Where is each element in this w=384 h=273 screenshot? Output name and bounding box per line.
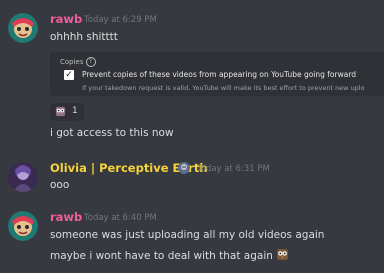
message-text-with-emoji: maybe i wont have to deal with that agai… [50, 248, 289, 262]
embed-subtext: If your takedown request is valid, YouTu… [82, 84, 365, 92]
message-text: ohhhh shitttt [50, 31, 118, 43]
embed-card: Copies? ✓ Prevent copies of these videos… [50, 52, 384, 96]
owl-emoji-icon [55, 106, 66, 117]
avatar[interactable] [8, 162, 38, 192]
author-name[interactable]: rawb [50, 210, 82, 224]
reaction-count: 1 [72, 106, 78, 116]
avatar[interactable] [8, 211, 38, 241]
timestamp: Today at 6:31 PM [197, 164, 270, 174]
embed-section-label: Copies? [60, 57, 96, 67]
embed-section-label-text: Copies [60, 58, 84, 66]
message-text: ooo [50, 179, 70, 191]
bot-icon [178, 162, 190, 174]
checkbox-label: Prevent copies of these videos from appe… [82, 70, 357, 79]
author-name[interactable]: rawb [50, 12, 82, 26]
avatar[interactable] [8, 13, 38, 43]
reaction[interactable]: 1 [50, 103, 84, 121]
message-text: i got access to this now [50, 127, 174, 139]
checkbox[interactable]: ✓ [64, 70, 74, 80]
timestamp: Today at 6:29 PM [84, 15, 157, 25]
timestamp: Today at 6:40 PM [84, 213, 157, 223]
message-text: someone was just uploading all my old vi… [50, 229, 325, 241]
message-text: maybe i wont have to deal with that agai… [50, 250, 273, 262]
owl-emoji-icon [276, 249, 288, 260]
help-icon: ? [85, 57, 96, 67]
